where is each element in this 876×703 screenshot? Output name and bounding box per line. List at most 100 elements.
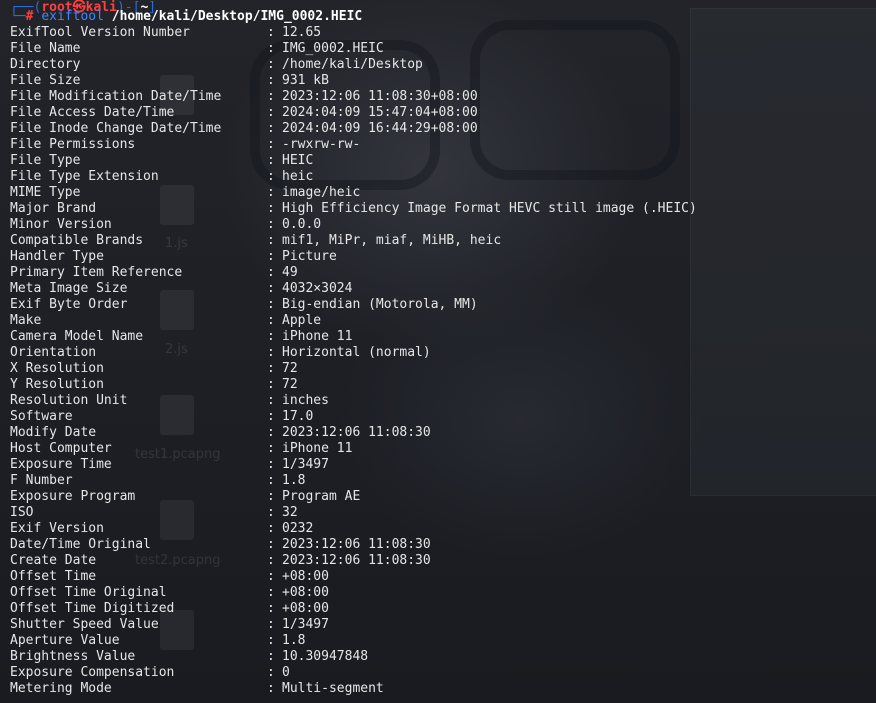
field-separator: : xyxy=(267,489,275,504)
terminal-window[interactable]: 1.js 2.js test1.pcapng test2.pcapng ┌──(… xyxy=(0,0,876,703)
field-separator: : xyxy=(267,73,275,88)
field-value: 1.8 xyxy=(282,473,306,488)
field-name: Handler Type xyxy=(10,249,104,264)
output-row: ISO:32 xyxy=(10,505,876,521)
output-row: Orientation: Horizontal (normal) xyxy=(10,345,876,361)
field-separator: : xyxy=(267,425,275,440)
field-separator: : xyxy=(267,41,275,56)
field-value: 1.8 xyxy=(282,633,306,648)
output-row: Software:17.0 xyxy=(10,409,876,425)
field-name: Software xyxy=(10,409,73,424)
field-value: Horizontal (normal) xyxy=(282,345,431,360)
field-separator: : xyxy=(267,377,275,392)
field-separator: : xyxy=(267,169,275,184)
output-row: Make: Apple xyxy=(10,313,876,329)
field-value: +08:00 xyxy=(282,601,329,616)
field-value: 931 kB xyxy=(282,73,329,88)
field-separator: : xyxy=(267,441,275,456)
output-row: ExifTool Version Number:12.65 xyxy=(10,25,876,41)
field-name: F Number xyxy=(10,473,73,488)
field-name: Shutter Speed Value xyxy=(10,617,159,632)
field-separator: : xyxy=(267,457,275,472)
command-line[interactable]: └─# exiftool /home/kali/Desktop/IMG_0002… xyxy=(10,9,362,25)
field-value: 0 xyxy=(282,665,290,680)
output-row: File Access Date/Time:2024:04:09 15:47:0… xyxy=(10,105,876,121)
field-name: Resolution Unit xyxy=(10,393,128,408)
field-value: HEIC xyxy=(282,153,314,168)
field-value: 72 xyxy=(282,361,298,376)
field-value: 49 xyxy=(282,265,298,280)
field-name: ISO xyxy=(10,505,34,520)
field-value: 0.0.0 xyxy=(282,217,322,232)
field-name: Metering Mode xyxy=(10,681,112,696)
field-value: 17.0 xyxy=(282,409,314,424)
field-separator: : xyxy=(267,25,275,40)
field-name: ExifTool Version Number xyxy=(10,25,191,40)
field-value: 2024:04:09 16:44:29+08:00 xyxy=(282,121,478,136)
output-row: Major Brand: High Efficiency Image Format… xyxy=(10,201,876,217)
field-name: Create Date xyxy=(10,553,97,568)
output-row: Resolution Unit: inches xyxy=(10,393,876,409)
field-separator: : xyxy=(267,537,275,552)
field-separator: : xyxy=(267,393,275,408)
prompt-hash: # xyxy=(25,9,34,24)
field-name: Exif Version xyxy=(10,521,104,536)
field-value: inches xyxy=(282,393,329,408)
output-row: Offset Time: +08:00 xyxy=(10,569,876,585)
field-value: 10.30947848 xyxy=(282,649,369,664)
field-value: 32 xyxy=(282,505,298,520)
field-value: 0232 xyxy=(282,521,314,536)
field-separator: : xyxy=(267,521,275,536)
field-separator: : xyxy=(267,569,275,584)
output-row: Host Computer: iPhone 11 xyxy=(10,441,876,457)
command-argument: /home/kali/Desktop/IMG_0002.HEIC xyxy=(111,9,363,24)
field-name: Exposure Compensation xyxy=(10,665,175,680)
field-value: +08:00 xyxy=(282,569,329,584)
field-name: Y Resolution xyxy=(10,377,104,392)
field-separator: : xyxy=(267,553,275,568)
field-value: 2023:12:06 11:08:30+08:00 xyxy=(282,89,478,104)
field-separator: : xyxy=(267,89,275,104)
output-row: Exif Byte Order: Big-endian (Motorola, MM… xyxy=(10,297,876,313)
field-name: File Size xyxy=(10,73,81,88)
field-name: MIME Type xyxy=(10,185,81,200)
field-value: +08:00 xyxy=(282,585,329,600)
output-row: Aperture Value:1.8 xyxy=(10,633,876,649)
output-row: Directory: /home/kali/Desktop xyxy=(10,57,876,73)
field-separator: : xyxy=(267,137,275,152)
field-name: Host Computer xyxy=(10,441,112,456)
field-value: Program AE xyxy=(282,489,361,504)
field-separator: : xyxy=(267,665,275,680)
output-row: Handler Type: Picture xyxy=(10,249,876,265)
field-separator: : xyxy=(267,313,275,328)
field-name: File Type xyxy=(10,153,81,168)
field-separator: : xyxy=(267,585,275,600)
field-separator: : xyxy=(267,649,275,664)
output-row: Minor Version:0.0.0 xyxy=(10,217,876,233)
field-separator: : xyxy=(267,265,275,280)
field-separator: : xyxy=(267,105,275,120)
output-row: Offset Time Digitized: +08:00 xyxy=(10,601,876,617)
field-separator: : xyxy=(267,185,275,200)
field-name: Exposure Program xyxy=(10,489,136,504)
field-value: heic xyxy=(282,169,314,184)
field-name: X Resolution xyxy=(10,361,104,376)
field-separator: : xyxy=(267,329,275,344)
field-separator: : xyxy=(267,473,275,488)
field-name: Major Brand xyxy=(10,201,97,216)
field-value: 72 xyxy=(282,377,298,392)
field-value: Picture xyxy=(282,249,337,264)
field-value: 2023:12:06 11:08:30 xyxy=(282,553,431,568)
output-row: Exposure Time:1/3497 xyxy=(10,457,876,473)
field-separator: : xyxy=(267,601,275,616)
field-name: File Modification Date/Time xyxy=(10,89,222,104)
output-row: File Type: HEIC xyxy=(10,153,876,169)
field-name: Camera Model Name xyxy=(10,329,144,344)
field-separator: : xyxy=(267,345,275,360)
command-name: exiftool xyxy=(41,9,104,24)
field-value: Big-endian (Motorola, MM) xyxy=(282,297,478,312)
field-value: image/heic xyxy=(282,185,361,200)
field-separator: : xyxy=(267,361,275,376)
field-value: iPhone 11 xyxy=(282,329,353,344)
output-row: File Modification Date/Time:2023:12:06 1… xyxy=(10,89,876,105)
